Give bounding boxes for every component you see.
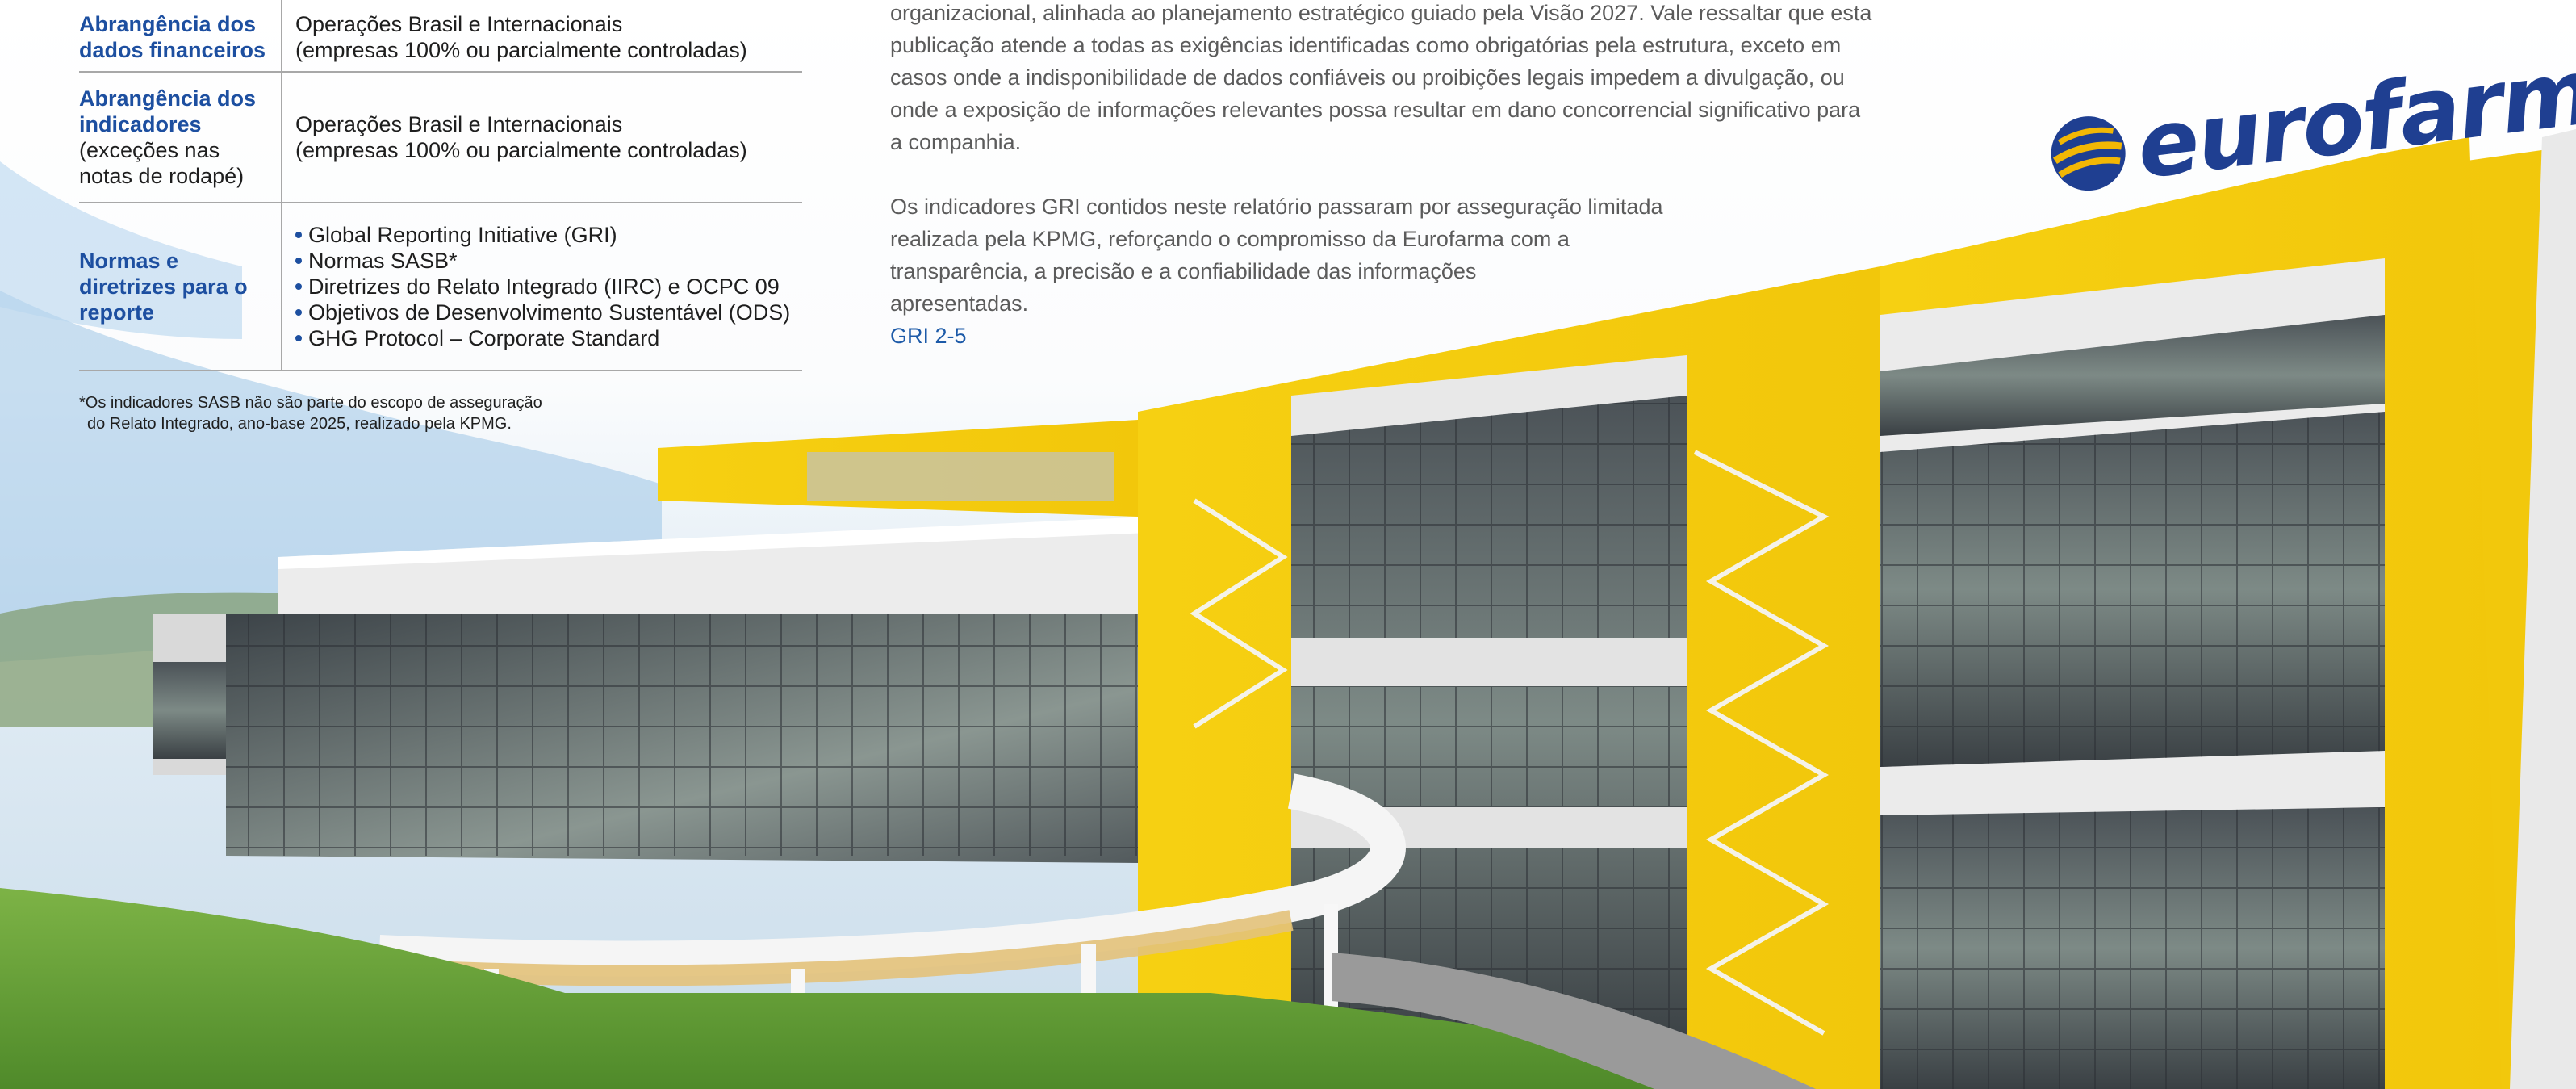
list-item: Normas SASB*: [295, 248, 790, 274]
table-row: Abrangência dos indicadores (exceções na…: [79, 73, 802, 203]
row-value-line: Operações Brasil e Internacionais: [295, 12, 623, 36]
list-item: GHG Protocol – Corporate Standard: [295, 325, 790, 351]
row-value-bullets: Global Reporting Initiative (GRI) Normas…: [282, 203, 790, 370]
row-header-note: (exceções nas notas de rodapé): [79, 138, 245, 188]
row-header-label: Abrangência dos indicadores: [79, 86, 257, 136]
row-header: Normas e diretrizes para o reporte: [79, 203, 282, 370]
bullet-icon: [295, 309, 302, 316]
table-footnote: *Os indicadores SASB não são parte do es…: [79, 392, 644, 434]
gri-reference-link[interactable]: GRI 2-5: [890, 320, 1931, 352]
row-value-line: (empresas 100% ou parcialmente controlad…: [295, 38, 747, 62]
paragraph-line: realizada pela KPMG, reforçando o compro…: [890, 227, 1570, 251]
bullet-icon: [295, 283, 302, 290]
row-value-line: (empresas 100% ou parcialmente controlad…: [295, 138, 747, 162]
row-header: Abrangência dos dados financeiros: [79, 0, 282, 71]
paragraph-line: casos onde a indisponibilidade de dados …: [890, 65, 1845, 90]
bullet-icon: [295, 335, 302, 341]
paragraph-line: onde a exposição de informações relevant…: [890, 98, 1861, 122]
eurofarma-globe-icon: [2051, 116, 2126, 191]
row-header-label: Normas e diretrizes para o reporte: [79, 249, 248, 325]
table-row: Abrangência dos dados financeiros Operaç…: [79, 0, 802, 73]
bullet-icon: [295, 232, 302, 238]
list-item: Objetivos de Desenvolvimento Sustentável…: [295, 299, 790, 325]
row-value-line: Operações Brasil e Internacionais: [295, 112, 623, 136]
paragraph-line: a companhia.: [890, 130, 1022, 154]
report-scope-table: Abrangência dos dados financeiros Operaç…: [79, 0, 802, 371]
list-item-text: Global Reporting Initiative (GRI): [308, 223, 617, 247]
paragraph-line: transparência, a precisão e a confiabili…: [890, 259, 1477, 283]
footnote-line: do Relato Integrado, ano-base 2025, real…: [87, 415, 512, 433]
list-item: Diretrizes do Relato Integrado (IIRC) e …: [295, 274, 790, 299]
paragraph-line: organizacional, alinhada ao planejamento…: [890, 1, 1872, 25]
list-item: Global Reporting Initiative (GRI): [295, 222, 790, 248]
row-value: Operações Brasil e Internacionais (empre…: [282, 0, 747, 71]
list-item-text: Diretrizes do Relato Integrado (IIRC) e …: [308, 274, 780, 299]
list-item-text: Normas SASB*: [308, 249, 458, 273]
row-header-label: Abrangência dos dados financeiros: [79, 12, 266, 62]
paragraph: organizacional, alinhada ao planejamento…: [890, 0, 1931, 158]
paragraph: Os indicadores GRI contidos neste relató…: [890, 191, 1931, 320]
table-row: Normas e diretrizes para o reporte Globa…: [79, 203, 802, 371]
paragraph-line: publicação atende a todas as exigências …: [890, 33, 1842, 57]
paragraph-line: apresentadas.: [890, 291, 1029, 316]
body-text: organizacional, alinhada ao planejamento…: [890, 0, 1931, 352]
paragraph-line: Os indicadores GRI contidos neste relató…: [890, 195, 1663, 219]
row-header: Abrangência dos indicadores (exceções na…: [79, 73, 282, 202]
footnote-line: *Os indicadores SASB não são parte do es…: [79, 394, 542, 412]
list-item-text: GHG Protocol – Corporate Standard: [308, 326, 660, 350]
bullet-icon: [295, 258, 302, 264]
list-item-text: Objetivos de Desenvolvimento Sustentável…: [308, 300, 791, 325]
row-value: Operações Brasil e Internacionais (empre…: [282, 73, 747, 202]
